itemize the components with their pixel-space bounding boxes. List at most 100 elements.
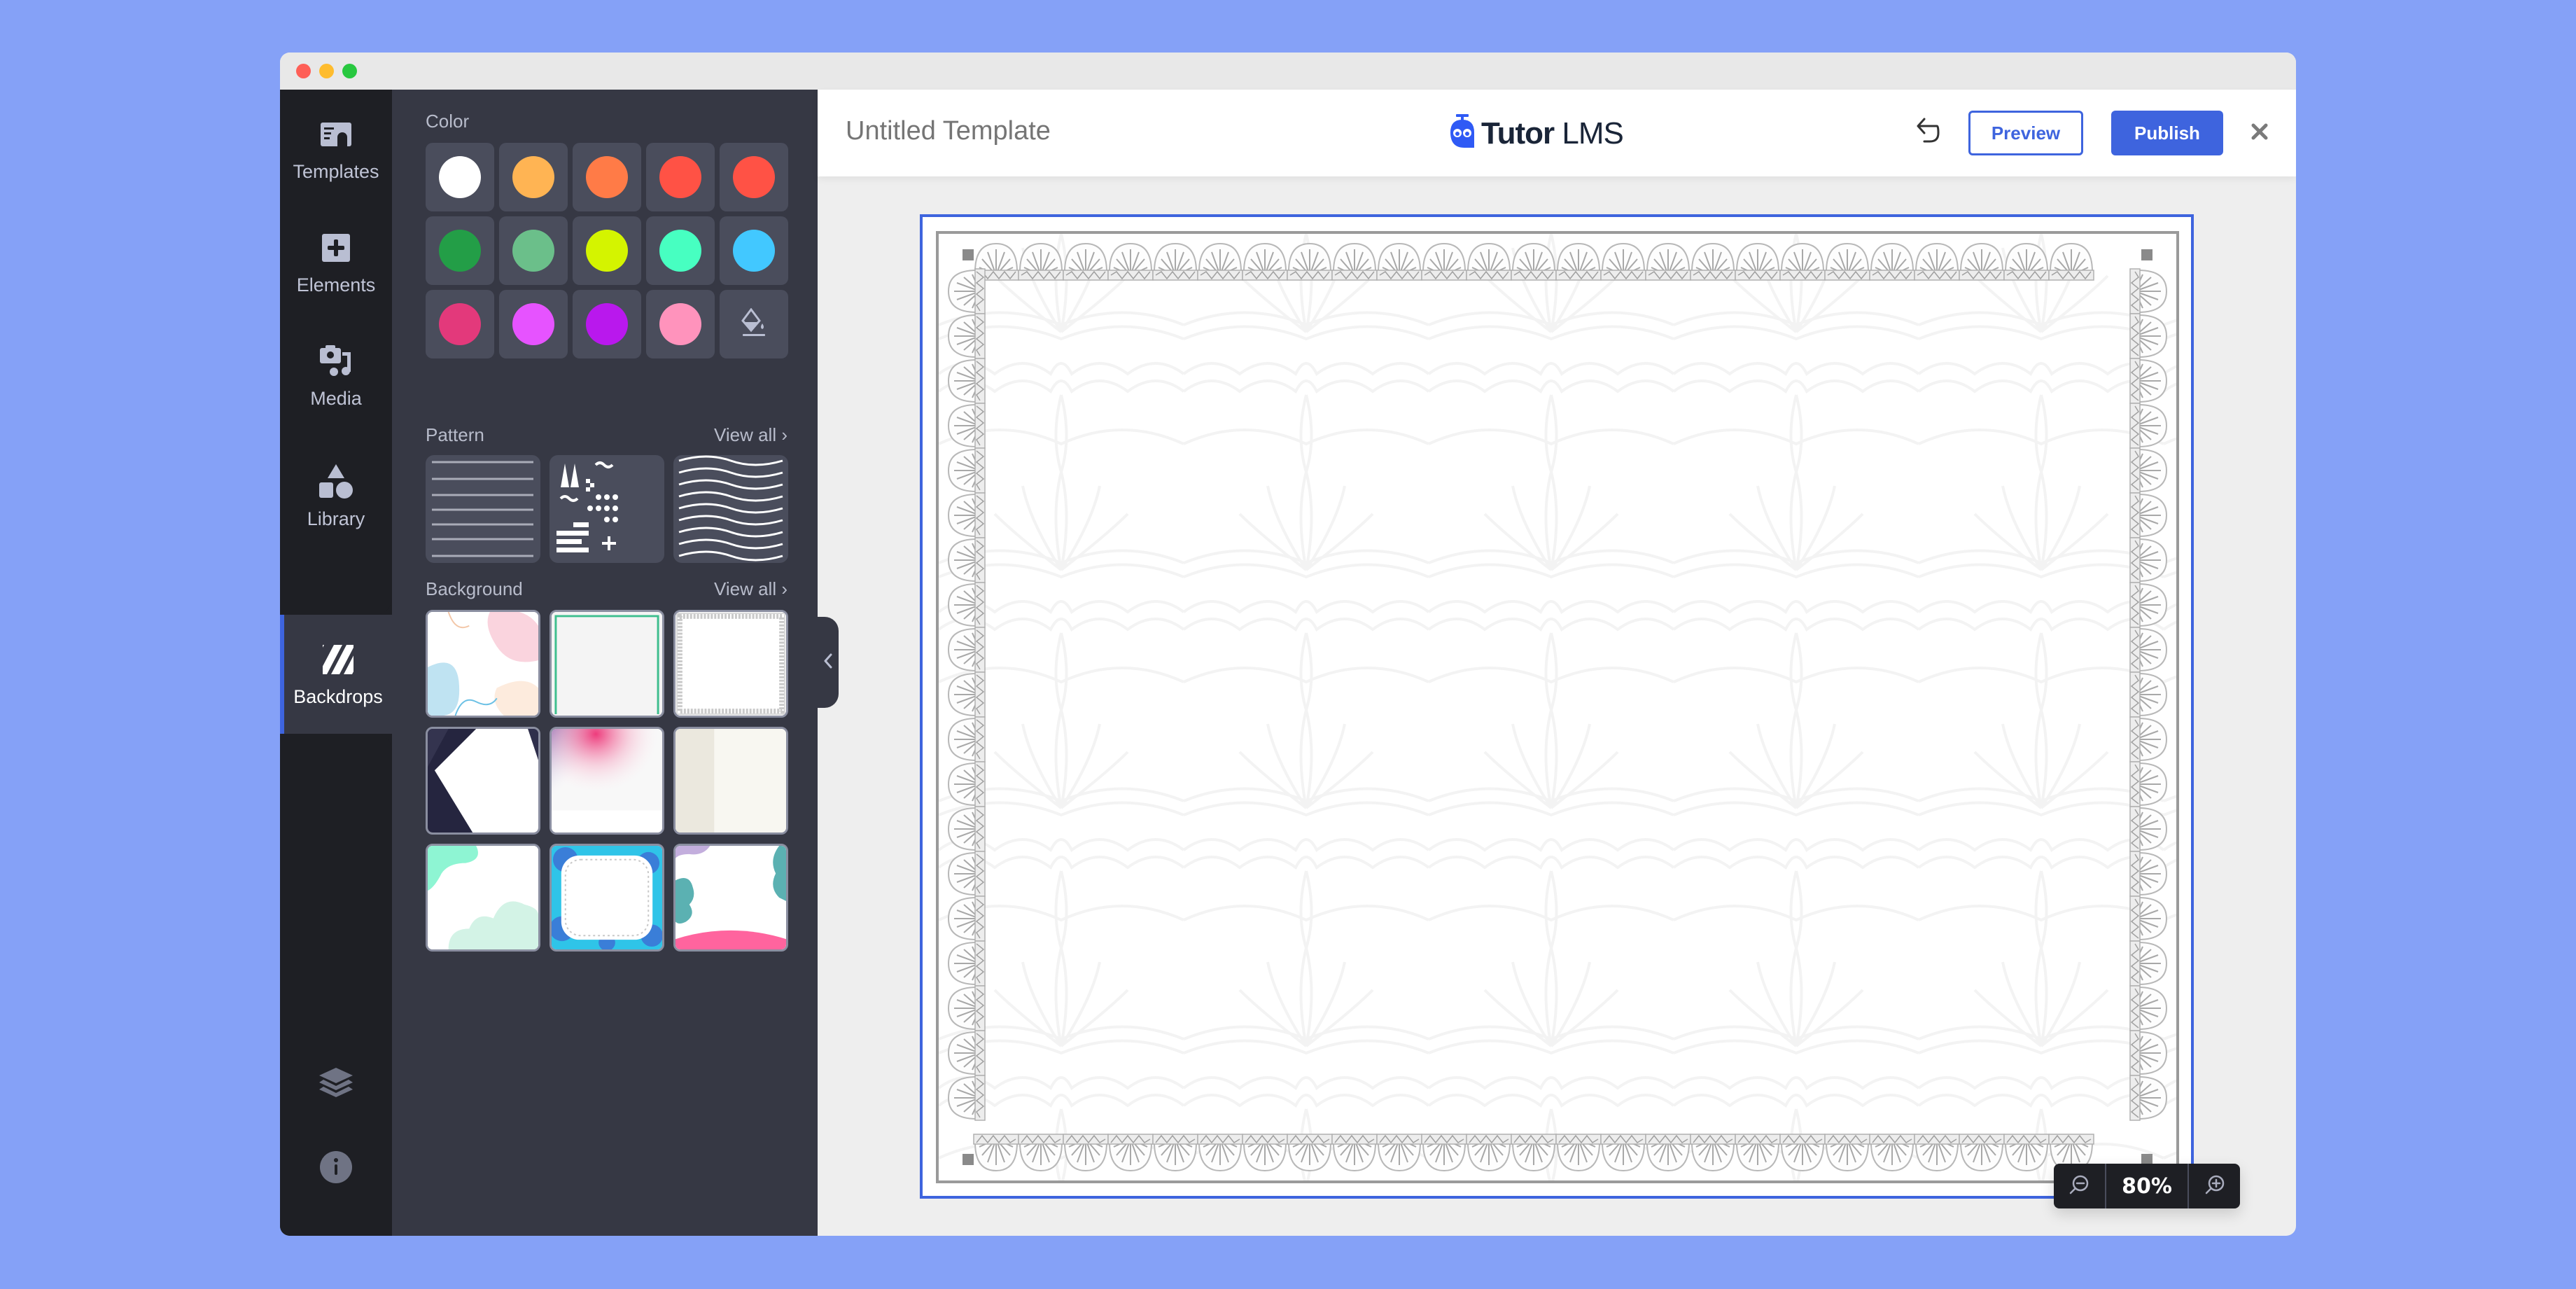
color-dot	[586, 156, 628, 198]
background-blue-floral-frame[interactable]	[550, 844, 664, 952]
color-dot	[439, 303, 481, 345]
background-green-frame[interactable]	[550, 610, 664, 718]
color-swatch-grid	[426, 143, 788, 358]
background-view-all-link[interactable]: View all ›	[714, 578, 788, 600]
undo-button[interactable]	[1911, 116, 1945, 150]
color-swatch[interactable]	[499, 216, 568, 285]
logo-text-light: LMS	[1554, 116, 1623, 151]
background-mint-blobs[interactable]	[426, 844, 540, 952]
rail-item-backdrops[interactable]: Backdrops	[280, 615, 392, 734]
app-window: Templates Elements Media Library Backdro…	[280, 53, 2296, 1236]
pattern-geometric-shapes[interactable]	[550, 455, 664, 563]
pattern-grid	[426, 455, 788, 563]
color-swatch[interactable]	[426, 143, 494, 211]
pattern-view-all-link[interactable]: View all ›	[714, 424, 788, 446]
close-button[interactable]	[2246, 119, 2274, 147]
rail-item-label: Templates	[293, 160, 379, 182]
color-swatch[interactable]	[720, 216, 788, 285]
shapes-icon	[318, 464, 354, 500]
zoom-in-icon	[2204, 1174, 2225, 1199]
color-swatch[interactable]	[426, 216, 494, 285]
color-dot	[659, 156, 701, 198]
color-swatch[interactable]	[646, 290, 715, 358]
rail-item-label: Media	[310, 387, 362, 409]
logo-text: Tutor LMS	[1481, 116, 1624, 151]
editor-header: Untitled Template Tutor LMS Preview Publ…	[818, 90, 2296, 176]
color-swatch[interactable]	[573, 143, 641, 211]
backdrops-panel: Color Pattern View all › Background View…	[392, 90, 818, 1236]
info-icon[interactable]	[319, 1150, 353, 1184]
color-dot	[439, 156, 481, 198]
background-cream-stripe[interactable]	[673, 727, 788, 835]
panel-collapse-toggle[interactable]	[818, 617, 839, 708]
color-dot	[512, 156, 554, 198]
layers-icon[interactable]	[319, 1066, 353, 1100]
owl-logo-icon	[1449, 114, 1476, 153]
color-swatch[interactable]	[646, 143, 715, 211]
paint-bucket-icon	[741, 307, 766, 341]
rail-item-label: Backdrops	[293, 685, 383, 707]
corner-handle-top-left	[962, 249, 974, 260]
zoom-in-button[interactable]	[2189, 1164, 2240, 1208]
color-swatch[interactable]	[646, 216, 715, 285]
color-section-title: Color	[426, 111, 470, 132]
rail-item-library[interactable]: Library	[280, 437, 392, 556]
publish-button[interactable]: Publish	[2111, 111, 2223, 155]
color-dot	[733, 156, 775, 198]
color-dot	[439, 230, 481, 272]
plus-square-icon	[318, 230, 354, 266]
icon-rail: Templates Elements Media Library Backdro…	[280, 90, 392, 1236]
rail-item-templates[interactable]: Templates	[280, 90, 392, 209]
background-pastel-blobs[interactable]	[426, 610, 540, 718]
color-dot	[733, 230, 775, 272]
color-dot	[586, 303, 628, 345]
pattern-horizontal-lines[interactable]	[426, 455, 540, 563]
tutor-lms-logo: Tutor LMS	[1449, 114, 1624, 153]
zoom-out-icon	[2068, 1174, 2090, 1199]
certificate-canvas-selection[interactable]	[920, 214, 2194, 1199]
background-section-title: Background	[426, 578, 523, 599]
corner-handle-bottom-left	[962, 1154, 974, 1165]
certificate-icon	[318, 116, 354, 153]
window-close-button[interactable]	[296, 64, 311, 78]
color-swatch[interactable]	[426, 290, 494, 358]
background-pink-teal-waves[interactable]	[673, 844, 788, 952]
zoom-out-button[interactable]	[2054, 1164, 2105, 1208]
zoom-level: 80%	[2122, 1173, 2172, 1199]
template-title[interactable]: Untitled Template	[846, 116, 1051, 146]
pattern-waves[interactable]	[673, 455, 788, 563]
window-maximize-button[interactable]	[342, 64, 357, 78]
rail-item-label: Elements	[296, 274, 376, 295]
color-dot	[512, 303, 554, 345]
color-swatch[interactable]	[499, 290, 568, 358]
color-dot	[512, 230, 554, 272]
background-grid	[426, 610, 788, 952]
title-bar	[280, 53, 2296, 90]
background-lace-frame[interactable]	[673, 610, 788, 718]
rail-item-label: Library	[307, 508, 365, 529]
color-dot	[586, 230, 628, 272]
camera-music-icon	[318, 343, 354, 379]
pattern-section-title: Pattern	[426, 424, 484, 445]
chevron-left-icon	[823, 653, 833, 672]
close-icon	[2250, 123, 2269, 144]
lace-border-backdrop	[939, 234, 2176, 1180]
color-swatch[interactable]	[499, 143, 568, 211]
rail-item-elements[interactable]: Elements	[280, 203, 392, 322]
color-dot	[659, 303, 701, 345]
zoom-control: 80%	[2054, 1164, 2240, 1208]
custom-color-button[interactable]	[720, 290, 788, 358]
color-dot	[659, 230, 701, 272]
background-pink-gradient[interactable]	[550, 727, 664, 835]
logo-text-bold: Tutor	[1481, 116, 1555, 151]
corner-handle-top-right	[2141, 249, 2152, 260]
color-swatch[interactable]	[573, 216, 641, 285]
background-dark-hexagon[interactable]	[426, 727, 540, 835]
color-swatch[interactable]	[720, 143, 788, 211]
preview-button[interactable]: Preview	[1968, 111, 2083, 155]
window-minimize-button[interactable]	[319, 64, 334, 78]
color-swatch[interactable]	[573, 290, 641, 358]
undo-icon	[1916, 118, 1940, 149]
rail-item-media[interactable]: Media	[280, 316, 392, 436]
certificate-canvas[interactable]	[936, 231, 2179, 1183]
